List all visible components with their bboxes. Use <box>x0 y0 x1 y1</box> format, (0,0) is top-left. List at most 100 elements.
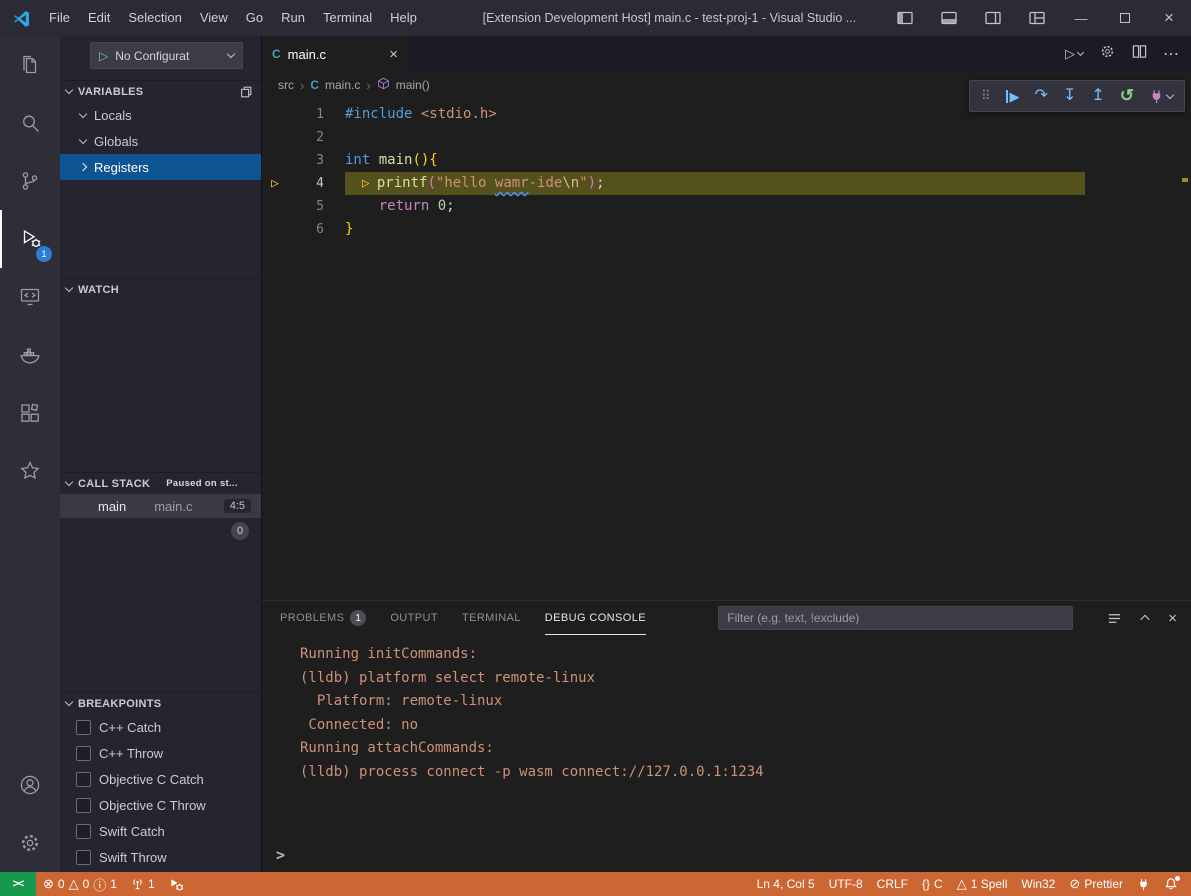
breakpoint-swift-throw[interactable]: Swift Throw <box>60 844 261 870</box>
gutter-glyph-margin[interactable] <box>262 195 288 218</box>
step-over-button[interactable]: ↷ <box>1035 88 1048 104</box>
menu-view[interactable]: View <box>191 0 237 36</box>
toggle-secondary-sidebar-icon[interactable] <box>971 0 1015 36</box>
toggle-primary-sidebar-icon[interactable] <box>883 0 927 36</box>
step-into-button[interactable]: ↧ <box>1063 88 1076 104</box>
breakpoints-header[interactable]: BREAKPOINTS <box>60 692 261 714</box>
more-actions-icon[interactable]: ⋯ <box>1163 44 1179 64</box>
breadcrumb-file[interactable]: main.c <box>325 78 360 92</box>
gutter-glyph-margin[interactable] <box>262 218 288 241</box>
plug-status[interactable] <box>1130 872 1157 896</box>
close-icon[interactable]: × <box>389 46 398 63</box>
gutter-glyph-margin[interactable] <box>262 126 288 149</box>
activity-explorer[interactable] <box>0 36 60 94</box>
disconnect-button[interactable] <box>1149 89 1173 104</box>
continue-button[interactable]: ▶ <box>1006 90 1020 103</box>
copy-icon[interactable] <box>239 85 253 99</box>
activity-docker[interactable] <box>0 326 60 384</box>
toggle-panel-icon[interactable] <box>927 0 971 36</box>
breakpoint-cpp-throw[interactable]: C++ Throw <box>60 740 261 766</box>
remote-indicator[interactable]: >< <box>0 872 36 896</box>
breakpoint-checkbox[interactable] <box>76 824 91 839</box>
code-editor[interactable]: 1 #include <stdio.h> 2 3 int main(){ ▷ 4… <box>262 98 1191 600</box>
tab-main-c[interactable]: C main.c × <box>262 36 408 72</box>
start-debug-icon[interactable]: ▷ <box>99 49 108 63</box>
tab-terminal[interactable]: TERMINAL <box>462 601 521 635</box>
variables-item-locals[interactable]: Locals <box>60 102 261 128</box>
step-out-button[interactable]: ↥ <box>1091 88 1104 104</box>
restart-button[interactable]: ↺ <box>1120 86 1134 106</box>
encoding-status[interactable]: UTF-8 <box>822 872 870 896</box>
activity-extensions[interactable] <box>0 384 60 442</box>
activity-search[interactable] <box>0 94 60 152</box>
gutter-glyph-margin[interactable] <box>262 103 288 126</box>
ports-status[interactable]: 1 <box>124 872 162 896</box>
console-filter-input[interactable] <box>718 606 1073 630</box>
variables-item-registers[interactable]: Registers <box>60 154 261 180</box>
menu-terminal[interactable]: Terminal <box>314 0 381 36</box>
problems-status[interactable]: ⊗0 △0 ⓘ1 <box>36 872 124 896</box>
breakpoint-cpp-catch[interactable]: C++ Catch <box>60 714 261 740</box>
activity-run-debug[interactable]: 1 <box>0 210 60 268</box>
breakpoint-checkbox[interactable] <box>76 798 91 813</box>
platform-status[interactable]: Win32 <box>1014 872 1062 896</box>
debug-console-output: Running initCommands: (lldb) platform se… <box>262 635 1191 784</box>
stack-frame-row[interactable]: main main.c 4:5 <box>60 494 261 518</box>
close-panel-icon[interactable]: × <box>1168 610 1177 627</box>
breakpoint-checkbox[interactable] <box>76 772 91 787</box>
formatter-status[interactable]: ⊘ Prettier <box>1062 872 1130 896</box>
menu-edit[interactable]: Edit <box>79 0 119 36</box>
filter-lines-icon[interactable] <box>1107 611 1122 626</box>
tab-problems[interactable]: PROBLEMS 1 <box>280 601 366 635</box>
menu-go[interactable]: Go <box>237 0 272 36</box>
code-line-5[interactable]: 5 return 0; <box>262 195 1191 218</box>
variables-header[interactable]: VARIABLES <box>60 80 261 102</box>
cursor-position[interactable]: Ln 4, Col 5 <box>750 872 822 896</box>
drag-gripper-icon[interactable]: ⠿ <box>981 88 991 104</box>
minimize-button[interactable]: — <box>1059 0 1103 36</box>
debug-session-status[interactable] <box>162 872 191 896</box>
gutter-glyph-margin[interactable] <box>262 149 288 172</box>
callstack-header[interactable]: CALL STACK Paused on st... <box>60 472 261 494</box>
console-prompt-icon[interactable]: > <box>276 846 285 864</box>
spell-checker-status[interactable]: △ 1 Spell <box>950 872 1015 896</box>
code-line-3[interactable]: 3 int main(){ <box>262 149 1191 172</box>
gear-icon[interactable] <box>1099 43 1116 65</box>
code-line-2[interactable]: 2 <box>262 126 1191 149</box>
menu-run[interactable]: Run <box>272 0 314 36</box>
maximize-button[interactable] <box>1103 0 1147 36</box>
breadcrumb-symbol[interactable]: main() <box>396 78 430 92</box>
run-file-button[interactable]: ▷ <box>1065 46 1083 62</box>
code-line-4[interactable]: ▷ 4 ▷printf("hello wamr-ide\n"); <box>262 172 1191 195</box>
gutter-glyph-margin[interactable]: ▷ <box>262 172 288 195</box>
window-title: [Extension Development Host] main.c - te… <box>426 11 883 25</box>
activity-remote-explorer[interactable] <box>0 268 60 326</box>
tab-debug-console[interactable]: DEBUG CONSOLE <box>545 601 646 635</box>
menu-file[interactable]: File <box>40 0 79 36</box>
activity-source-control[interactable] <box>0 152 60 210</box>
variables-item-globals[interactable]: Globals <box>60 128 261 154</box>
breakpoint-objc-throw[interactable]: Objective C Throw <box>60 792 261 818</box>
debug-config-dropdown[interactable]: ▷ No Configurat <box>90 42 243 69</box>
breakpoint-checkbox[interactable] <box>76 720 91 735</box>
eol-status[interactable]: CRLF <box>870 872 915 896</box>
language-mode[interactable]: {} C <box>915 872 950 896</box>
breakpoint-objc-catch[interactable]: Objective C Catch <box>60 766 261 792</box>
menu-selection[interactable]: Selection <box>119 0 190 36</box>
breakpoint-swift-catch[interactable]: Swift Catch <box>60 818 261 844</box>
breakpoint-checkbox[interactable] <box>76 850 91 865</box>
code-line-6[interactable]: 6 } <box>262 218 1191 241</box>
breakpoint-checkbox[interactable] <box>76 746 91 761</box>
maximize-panel-icon[interactable] <box>1138 611 1152 625</box>
watch-header[interactable]: WATCH <box>60 278 261 300</box>
split-editor-icon[interactable] <box>1132 44 1147 64</box>
close-button[interactable]: × <box>1147 0 1191 36</box>
notifications-bell[interactable] <box>1157 872 1185 896</box>
tab-output[interactable]: OUTPUT <box>390 601 438 635</box>
customize-layout-icon[interactable] <box>1015 0 1059 36</box>
activity-favorites[interactable] <box>0 442 60 500</box>
breadcrumb-folder[interactable]: src <box>278 78 294 92</box>
activity-accounts[interactable] <box>0 756 60 814</box>
menu-help[interactable]: Help <box>381 0 426 36</box>
activity-settings[interactable] <box>0 814 60 872</box>
